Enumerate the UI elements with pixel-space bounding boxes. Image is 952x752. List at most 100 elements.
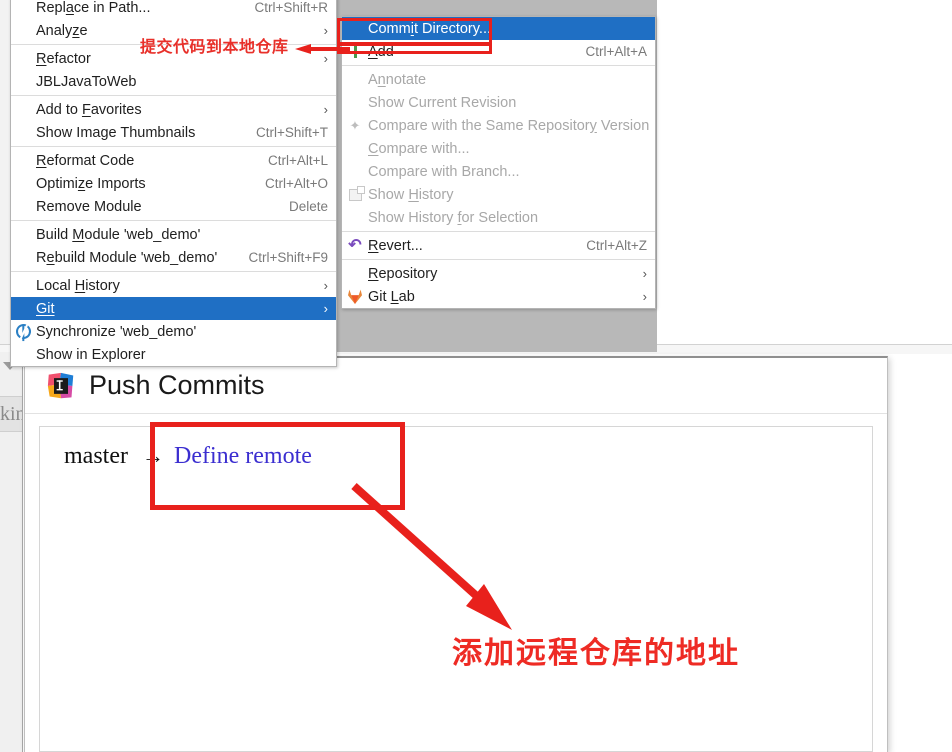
submenu-item-show-current-revision[interactable]: Show Current Revision (342, 91, 655, 114)
git-submenu[interactable]: Commit Directory... Add Ctrl+Alt+A Annot… (341, 16, 656, 309)
submenu-item-show-history-for-selection[interactable]: Show History for Selection (342, 206, 655, 229)
sync-icon (11, 320, 36, 343)
submenu-item-label: Annotate (368, 71, 427, 88)
menu-item-show-image-thumbnails[interactable]: Show Image Thumbnails Ctrl+Shift+T (11, 121, 336, 144)
menu-item-label: Rebuild Module 'web_demo' (36, 249, 218, 266)
menu-item-jbljavatoweb[interactable]: JBLJavaToWeb (11, 70, 336, 93)
menu-item-icon-slot (11, 274, 36, 297)
menu-item-label: Show Image Thumbnails (36, 124, 196, 141)
menu-item-reformat-code[interactable]: Reformat Code Ctrl+Alt+L (11, 149, 336, 172)
menu-item-add-to-favorites[interactable]: Add to Favorites › (11, 98, 336, 121)
submenu-item-label: Show History for Selection (368, 209, 539, 226)
menu-item-rebuild-module[interactable]: Rebuild Module 'web_demo' Ctrl+Shift+F9 (11, 246, 336, 269)
menu-item-label: Synchronize 'web_demo' (36, 323, 197, 340)
submenu-item-shortcut: Ctrl+Alt+A (585, 44, 647, 59)
menu-item-label: Reformat Code (36, 152, 135, 169)
submenu-item-label: Show History (368, 186, 454, 203)
menu-item-icon-slot (11, 0, 36, 19)
menu-item-icon-slot (11, 98, 36, 121)
menu-item-icon-slot (11, 195, 36, 218)
menu-item-label: Show in Explorer (36, 346, 146, 363)
tool-window-tab[interactable]: kin (0, 396, 22, 432)
menu-item-label: Git (36, 300, 55, 317)
intellij-idea-logo (47, 372, 75, 400)
chevron-right-icon: › (642, 266, 647, 281)
menu-item-shortcut: Ctrl+Alt+O (264, 176, 328, 191)
menu-item-icon-slot (11, 47, 36, 70)
submenu-item-compare-with[interactable]: Compare with... (342, 137, 655, 160)
submenu-item-label: Repository (368, 265, 438, 282)
menu-item-shortcut: Ctrl+Alt+L (267, 153, 328, 168)
menu-separator (11, 220, 336, 221)
chevron-right-icon: › (323, 102, 328, 117)
menu-item-label: Add to Favorites (36, 101, 142, 118)
chevron-right-icon: › (642, 289, 647, 304)
menu-item-icon-slot (342, 68, 368, 91)
annotation-arrow-diagonal-icon (351, 483, 512, 630)
submenu-item-annotate[interactable]: Annotate (342, 68, 655, 91)
annotation-highlight-box-commit-directory (337, 18, 492, 54)
submenu-item-compare-same-repo-version[interactable]: ✦ Compare with the Same Repository Versi… (342, 114, 655, 137)
menu-item-label: Local History (36, 277, 120, 294)
submenu-item-label: Compare with the Same Repository Version (368, 117, 650, 134)
menu-item-shortcut: Ctrl+Shift+T (255, 125, 328, 140)
menu-item-icon-slot (342, 262, 368, 285)
submenu-item-label: Compare with Branch... (368, 163, 520, 180)
dialog-title: Push Commits (89, 370, 265, 400)
menu-item-synchronize-module[interactable]: Synchronize 'web_demo' (11, 320, 336, 343)
submenu-item-git-lab[interactable]: Git Lab › (342, 285, 655, 308)
menu-item-shortcut: Delete (288, 199, 328, 214)
menu-item-icon-slot (11, 343, 36, 366)
menu-item-remove-module[interactable]: Remove Module Delete (11, 195, 336, 218)
local-branch-label: master (64, 443, 128, 469)
menu-item-icon-slot (342, 206, 368, 229)
menu-item-label: Replace in Path... (36, 0, 151, 16)
menu-item-shortcut: Ctrl+Shift+R (254, 0, 328, 15)
menu-separator (342, 231, 655, 232)
menu-item-icon-slot (11, 19, 36, 42)
submenu-item-label: Compare with... (368, 140, 470, 157)
menu-item-icon-slot (11, 121, 36, 144)
history-icon (342, 183, 368, 206)
submenu-item-compare-with-branch[interactable]: Compare with Branch... (342, 160, 655, 183)
menu-item-git[interactable]: Git › (11, 297, 336, 320)
revert-icon: ↶ (348, 236, 362, 254)
submenu-item-revert[interactable]: ↶ Revert... Ctrl+Alt+Z (342, 234, 655, 257)
submenu-item-shortcut: Ctrl+Alt+Z (586, 238, 647, 253)
submenu-item-label: Git Lab (368, 288, 415, 305)
submenu-item-show-history[interactable]: Show History (342, 183, 655, 206)
chevron-right-icon: › (323, 23, 328, 38)
menu-item-replace-in-path[interactable]: Replace in Path... Ctrl+Shift+R (11, 0, 336, 19)
menu-item-local-history[interactable]: Local History › (11, 274, 336, 297)
annotation-text-bottom: 添加远程仓库的地址 (452, 637, 740, 670)
chevron-right-icon: › (323, 278, 328, 293)
annotation-text-top: 提交代码到本地仓库 (140, 39, 289, 56)
gitlab-icon (342, 285, 368, 308)
menu-item-icon-slot (342, 160, 368, 183)
menu-separator (11, 95, 336, 96)
menu-item-optimize-imports[interactable]: Optimize Imports Ctrl+Alt+O (11, 172, 336, 195)
menu-item-label: Remove Module (36, 198, 142, 215)
menu-item-icon-slot (342, 91, 368, 114)
menu-item-label: Optimize Imports (36, 175, 146, 192)
menu-item-icon-slot (342, 137, 368, 160)
menu-item-shortcut: Ctrl+Shift+F9 (248, 250, 328, 265)
menu-separator (11, 146, 336, 147)
compare-icon: ✦ (349, 117, 361, 133)
menu-item-label: Build Module 'web_demo' (36, 226, 201, 243)
submenu-item-repository[interactable]: Repository › (342, 262, 655, 285)
menu-item-icon-slot (11, 246, 36, 269)
submenu-item-label: Show Current Revision (368, 94, 517, 111)
menu-item-icon-slot (11, 149, 36, 172)
menu-item-build-module[interactable]: Build Module 'web_demo' (11, 223, 336, 246)
menu-separator (342, 65, 655, 66)
menu-separator (11, 271, 336, 272)
menu-item-icon-slot (11, 70, 36, 93)
chevron-right-icon: › (323, 301, 328, 316)
menu-item-show-in-explorer[interactable]: Show in Explorer (11, 343, 336, 366)
menu-item-icon-slot (11, 172, 36, 195)
submenu-item-label: Revert... (368, 237, 423, 254)
menu-item-icon-slot (11, 223, 36, 246)
menu-separator (342, 259, 655, 260)
menu-item-label: JBLJavaToWeb (36, 73, 137, 90)
